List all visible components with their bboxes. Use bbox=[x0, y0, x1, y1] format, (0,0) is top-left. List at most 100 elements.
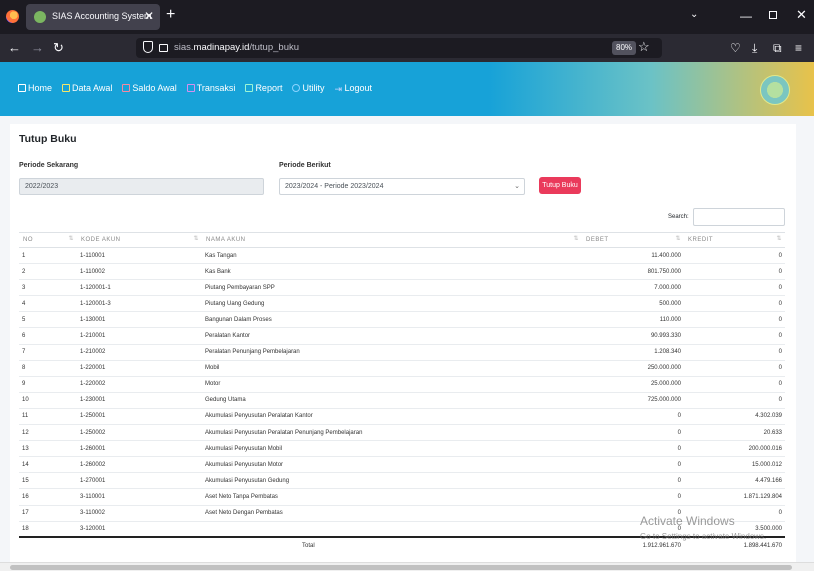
cell-kode: 1-260001 bbox=[77, 440, 202, 457]
chevron-down-icon[interactable]: ⌄ bbox=[690, 9, 698, 20]
cell-kredit: 0 bbox=[684, 375, 785, 393]
cell-kode: 3-110002 bbox=[77, 504, 202, 522]
menu-item-report[interactable]: Report bbox=[245, 83, 282, 93]
cell-no: 10 bbox=[19, 391, 77, 409]
page-title: Tutup Buku bbox=[19, 133, 77, 145]
cell-no: 12 bbox=[19, 424, 77, 441]
cell-kode: 3-110001 bbox=[77, 488, 202, 505]
column-header-nama-akun[interactable]: NAMA AKUN ⇅ bbox=[202, 232, 582, 248]
minimize-window-icon[interactable]: — bbox=[740, 9, 752, 23]
column-header-kredit[interactable]: KREDIT ⇅ bbox=[684, 232, 785, 248]
cell-nama: Piutang Pembayaran SPP bbox=[202, 279, 582, 296]
cell-no: 9 bbox=[19, 375, 77, 393]
cell-no: 5 bbox=[19, 311, 77, 328]
table-row: 10 1-230001 Gedung Utama 725.000.000 0 bbox=[19, 391, 785, 409]
cell-kredit: 0 bbox=[684, 359, 785, 377]
browser-tab[interactable]: SIAS Accounting System ✕ bbox=[26, 4, 160, 30]
table-row: 2 1-110002 Kas Bank 801.750.000 0 bbox=[19, 263, 785, 280]
new-tab-icon[interactable]: + bbox=[166, 6, 175, 24]
cell-kode: 1-230001 bbox=[77, 391, 202, 409]
cell-kredit: 0 bbox=[684, 263, 785, 280]
menu-label: Data Awal bbox=[72, 83, 113, 93]
tracking-shield-icon[interactable] bbox=[143, 41, 153, 53]
header-label: NO bbox=[23, 237, 33, 243]
maximize-window-icon[interactable] bbox=[769, 11, 777, 19]
url-text[interactable]: sias.madinapay.id/tutup_buku bbox=[174, 42, 299, 53]
cell-nama: Gedung Utama bbox=[202, 391, 582, 409]
column-header-kode-akun[interactable]: KODE AKUN ⇅ bbox=[77, 232, 202, 248]
cell-kode: 3-120001 bbox=[77, 520, 202, 538]
close-window-icon[interactable]: ✕ bbox=[796, 7, 807, 23]
cell-debet: 0 bbox=[582, 456, 684, 473]
cell-kode: 1-250002 bbox=[77, 424, 202, 441]
menu-item-logout[interactable]: Logout bbox=[334, 83, 372, 93]
watermark-title: Activate Windows bbox=[640, 514, 735, 528]
cell-kode: 1-260002 bbox=[77, 456, 202, 473]
menu-item-transaksi[interactable]: Transaksi bbox=[186, 83, 235, 93]
cell-kredit: 4.302.039 bbox=[684, 407, 785, 425]
cell-nama: Bangunan Dalam Proses bbox=[202, 311, 582, 328]
periode-berikut-select[interactable]: 2023/2024 - Periode 2023/2024 ⌄ bbox=[279, 178, 525, 195]
cell-nama: Akumulasi Penyusutan Peralatan Kantor bbox=[202, 407, 582, 425]
cell-kode: 1-130001 bbox=[77, 311, 202, 328]
menu-item-home[interactable]: Home bbox=[18, 83, 52, 93]
cell-kode: 1-220002 bbox=[77, 375, 202, 393]
table-row: 14 1-260002 Akumulasi Penyusutan Motor 0 15.… bbox=[19, 456, 785, 473]
pocket-icon[interactable]: ♡ bbox=[730, 41, 741, 55]
app-header: Home Data Awal Saldo Awal Transaksi Repo… bbox=[0, 62, 814, 116]
monitor-icon bbox=[62, 84, 71, 92]
cell-nama: Mobil bbox=[202, 359, 582, 377]
header-label: KODE AKUN bbox=[81, 237, 121, 243]
cell-no: 14 bbox=[19, 456, 77, 473]
scrollbar-thumb[interactable] bbox=[10, 565, 792, 570]
menu-item-data-awal[interactable]: Data Awal bbox=[62, 83, 112, 93]
total-cell-empty bbox=[19, 536, 77, 554]
table-body: 1 1-110001 Kas Tangan 11.400.000 0 2 1-110002 K… bbox=[19, 246, 785, 538]
extensions-icon[interactable]: ⧉ bbox=[773, 41, 782, 56]
forward-icon[interactable]: → bbox=[31, 40, 44, 56]
download-icon[interactable]: ⤓ bbox=[752, 41, 757, 56]
tutup-buku-card: Tutup Buku Periode Sekarang 2022/2023 Pe… bbox=[10, 124, 796, 562]
cell-kode: 1-120001-3 bbox=[77, 295, 202, 312]
lock-icon[interactable] bbox=[159, 44, 168, 52]
cell-no: 3 bbox=[19, 279, 77, 296]
cell-debet: 11.400.000 bbox=[582, 246, 684, 264]
report-icon bbox=[245, 84, 254, 92]
cell-no: 11 bbox=[19, 407, 77, 425]
cell-no: 2 bbox=[19, 263, 77, 280]
browser-nav-bar: ← → ↻ sias.madinapay.id/tutup_buku 80% ☆… bbox=[0, 34, 814, 62]
cell-debet: 0 bbox=[582, 488, 684, 505]
menu-item-utility[interactable]: Utility bbox=[292, 83, 324, 93]
bookmark-star-icon[interactable]: ☆ bbox=[638, 39, 650, 55]
zoom-level-badge[interactable]: 80% bbox=[612, 41, 637, 55]
horizontal-scrollbar[interactable] bbox=[0, 562, 814, 571]
cell-debet: 90.993.330 bbox=[582, 327, 684, 345]
cell-nama: Piutang Uang Gedung bbox=[202, 295, 582, 312]
cell-debet: 500.000 bbox=[582, 295, 684, 312]
tutup-buku-button[interactable]: Tutup Buku bbox=[539, 177, 581, 194]
site-favicon-icon bbox=[34, 11, 46, 23]
header-label: NAMA AKUN bbox=[206, 237, 246, 243]
menu-item-saldo-awal[interactable]: Saldo Awal bbox=[122, 83, 177, 93]
search-input[interactable] bbox=[693, 208, 785, 226]
back-icon[interactable]: ← bbox=[8, 40, 21, 56]
activate-windows-watermark: Activate Windows Go to Settings to activ… bbox=[640, 514, 766, 541]
column-header-no[interactable]: NO ⇅ bbox=[19, 232, 77, 248]
address-bar[interactable]: sias.madinapay.id/tutup_buku 80% ☆ bbox=[136, 38, 662, 58]
table-row: 12 1-250002 Akumulasi Penyusutan Peralatan… bbox=[19, 424, 785, 441]
cell-no: 18 bbox=[19, 520, 77, 538]
cell-kredit: 1.871.129.804 bbox=[684, 488, 785, 505]
close-tab-icon[interactable]: ✕ bbox=[144, 9, 154, 23]
cell-kredit: 0 bbox=[684, 246, 785, 264]
reload-icon[interactable]: ↻ bbox=[53, 40, 64, 56]
table-row: 1 1-110001 Kas Tangan 11.400.000 0 bbox=[19, 246, 785, 264]
cell-kredit: 20.633 bbox=[684, 424, 785, 441]
cell-no: 16 bbox=[19, 488, 77, 505]
hamburger-menu-icon[interactable]: ≡ bbox=[795, 41, 802, 55]
firefox-menu-icon[interactable] bbox=[6, 10, 19, 23]
cell-debet: 110.000 bbox=[582, 311, 684, 328]
cell-debet: 250.000.000 bbox=[582, 359, 684, 377]
column-header-debet[interactable]: DEBET ⇅ bbox=[582, 232, 684, 248]
cell-kode: 1-110001 bbox=[77, 246, 202, 264]
logout-icon bbox=[334, 84, 342, 92]
